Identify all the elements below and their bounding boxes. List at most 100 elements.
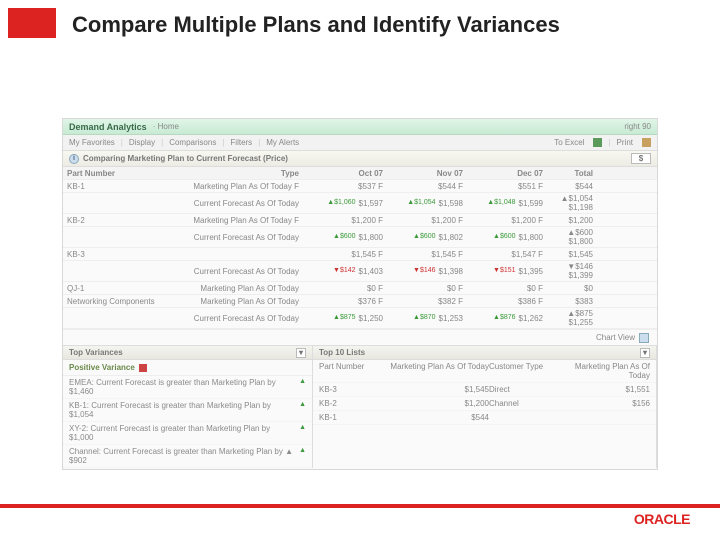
- cell: $1,545 F: [387, 250, 467, 259]
- currency-dropdown[interactable]: $: [631, 153, 651, 164]
- breadcrumb-home[interactable]: · Home: [153, 122, 179, 131]
- cell: $551 F: [467, 182, 547, 191]
- variance-item[interactable]: Channel: Current Forecast is greater tha…: [63, 445, 312, 468]
- top10-grid: Part Number Marketing Plan As Of Today C…: [313, 360, 656, 425]
- cell: ▲$600 $1,800: [467, 233, 547, 242]
- chart-view-row: Chart View: [63, 329, 657, 345]
- col-plan[interactable]: Marketing Plan As Of Today: [374, 362, 489, 380]
- col-dec[interactable]: Dec 07: [467, 169, 547, 178]
- to-excel-link[interactable]: To Excel: [554, 138, 584, 147]
- pin-icon[interactable]: [139, 364, 147, 372]
- up-arrow-icon: ▲: [299, 378, 306, 396]
- table-row[interactable]: Networking ComponentsMarketing Plan As O…: [63, 295, 657, 308]
- table-row[interactable]: KB-2Marketing Plan As Of Today F$1,200 F…: [63, 214, 657, 227]
- footer: ORACLE: [0, 504, 720, 530]
- cell: $382 F: [387, 297, 467, 306]
- cell: Current Forecast As Of Today: [177, 199, 307, 208]
- table-row[interactable]: KB-3$1,545 F$1,545 F$1,547 F$1,545: [63, 248, 657, 261]
- col-oct[interactable]: Oct 07: [307, 169, 387, 178]
- tab-filters[interactable]: Filters: [230, 138, 252, 147]
- variance-item[interactable]: XY-2: Current Forecast is greater than M…: [63, 422, 312, 445]
- top-variances-title: Top Variances: [69, 348, 123, 357]
- list-item[interactable]: KB-3$1,545Direct$1,551: [313, 383, 656, 397]
- cell: Marketing Plan As Of Today F: [177, 216, 307, 225]
- cell: $0 F: [467, 284, 547, 293]
- tab-favorites[interactable]: My Favorites: [69, 138, 115, 147]
- top10-title: Top 10 Lists: [319, 348, 365, 357]
- cell: $1,200: [547, 216, 597, 225]
- cell: ▼$151 $1,395: [467, 267, 547, 276]
- chart-view-link[interactable]: Chart View: [596, 333, 635, 342]
- cell: $383: [547, 297, 597, 306]
- cell: Marketing Plan As Of Today F: [177, 182, 307, 191]
- brand-block: [8, 8, 56, 38]
- col-type[interactable]: Type: [177, 169, 307, 178]
- table-row[interactable]: Current Forecast As Of Today▲$1,060 $1,5…: [63, 193, 657, 214]
- panel-title: Comparing Marketing Plan to Current Fore…: [83, 154, 288, 163]
- cell: $544: [547, 182, 597, 191]
- slide-title: Compare Multiple Plans and Identify Vari…: [72, 12, 560, 38]
- cell: ▲$1,048 $1,599: [467, 199, 547, 208]
- grid-header-row: Part Number Type Oct 07 Nov 07 Dec 07 To…: [63, 167, 657, 180]
- col-nov[interactable]: Nov 07: [387, 169, 467, 178]
- table-row[interactable]: KB-1Marketing Plan As Of Today F$537 F$5…: [63, 180, 657, 193]
- print-icon[interactable]: [642, 138, 651, 147]
- print-link[interactable]: Print: [617, 138, 633, 147]
- cell: $544 F: [387, 182, 467, 191]
- cell: ▲$875 $1,255: [547, 309, 597, 327]
- chart-icon[interactable]: [639, 333, 649, 343]
- tab-display[interactable]: Display: [129, 138, 155, 147]
- app-header: Demand Analytics · Home right 90: [63, 119, 657, 135]
- table-row[interactable]: Current Forecast As Of Today▲$600 $1,800…: [63, 227, 657, 248]
- cell: $376 F: [307, 297, 387, 306]
- list-item[interactable]: KB-2$1,200Channel$156: [313, 397, 656, 411]
- top-variances-header: Top Variances ▾: [63, 346, 312, 360]
- table-row[interactable]: Current Forecast As Of Today▼$142 $1,403…: [63, 261, 657, 282]
- app-brand[interactable]: Demand Analytics: [69, 122, 147, 132]
- cell: $1,545 F: [307, 250, 387, 259]
- cell: $1,200 F: [307, 216, 387, 225]
- cell: KB-1: [67, 182, 177, 191]
- col-cust[interactable]: Customer Type: [489, 362, 559, 380]
- cell: ▲$600 $1,800: [547, 228, 597, 246]
- lower-panels: Top Variances ▾ Positive Variance EMEA: …: [63, 345, 657, 468]
- col-plan2[interactable]: Marketing Plan As Of Today: [559, 362, 650, 380]
- col-part[interactable]: Part Number: [67, 169, 177, 178]
- cell: $1,547 F: [467, 250, 547, 259]
- tab-bar: My Favorites| Display| Comparisons| Filt…: [63, 135, 657, 151]
- excel-icon[interactable]: [593, 138, 602, 147]
- cell: Current Forecast As Of Today: [177, 233, 307, 242]
- cell: $0 F: [387, 284, 467, 293]
- info-icon: i: [69, 154, 79, 164]
- cell: ▲$876 $1,262: [467, 314, 547, 323]
- col-part[interactable]: Part Number: [319, 362, 374, 380]
- cell: Networking Components: [67, 297, 177, 306]
- variance-item[interactable]: KB-1: Current Forecast is greater than M…: [63, 399, 312, 422]
- cell: ▲$600 $1,800: [307, 233, 387, 242]
- cell: KB-2: [67, 216, 177, 225]
- top10-header: Top 10 Lists ▾: [313, 346, 656, 360]
- cell: ▲$870 $1,253: [387, 314, 467, 323]
- cell: ▼$146 $1,399: [547, 262, 597, 280]
- cell: $1,200 F: [387, 216, 467, 225]
- cell: ▲$600 $1,802: [387, 233, 467, 242]
- comparison-grid: Part Number Type Oct 07 Nov 07 Dec 07 To…: [63, 167, 657, 329]
- list-item[interactable]: KB-1$544: [313, 411, 656, 425]
- cell: Marketing Plan As Of Today: [177, 284, 307, 293]
- tab-alerts[interactable]: My Alerts: [266, 138, 299, 147]
- tab-comparisons[interactable]: Comparisons: [169, 138, 216, 147]
- table-row[interactable]: QJ-1Marketing Plan As Of Today$0 F$0 F$0…: [63, 282, 657, 295]
- cell: $1,545: [547, 250, 597, 259]
- cell: $0: [547, 284, 597, 293]
- app-frame: Demand Analytics · Home right 90 My Favo…: [62, 118, 658, 470]
- positive-variance-label: Positive Variance: [69, 363, 135, 372]
- cell: $537 F: [307, 182, 387, 191]
- chevron-down-icon[interactable]: ▾: [640, 348, 650, 358]
- variance-item[interactable]: EMEA: Current Forecast is greater than M…: [63, 376, 312, 399]
- up-arrow-icon: ▲: [299, 401, 306, 419]
- table-row[interactable]: Current Forecast As Of Today▲$875 $1,250…: [63, 308, 657, 329]
- cell: $1,200 F: [467, 216, 547, 225]
- cell: $386 F: [467, 297, 547, 306]
- col-total[interactable]: Total: [547, 169, 597, 178]
- chevron-down-icon[interactable]: ▾: [296, 348, 306, 358]
